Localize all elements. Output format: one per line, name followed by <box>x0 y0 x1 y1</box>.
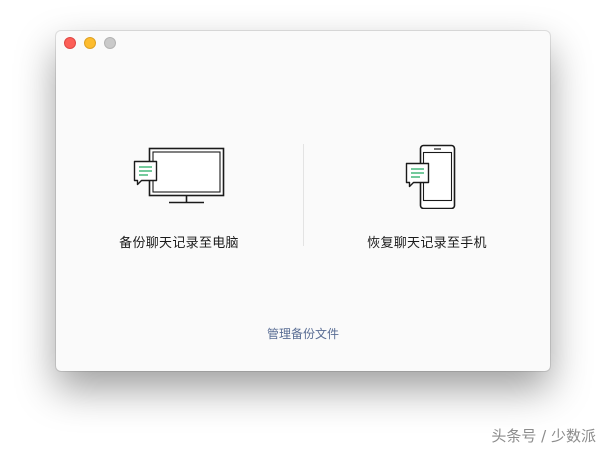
watermark: 头条号 / 少数派 <box>491 427 596 445</box>
close-button[interactable] <box>64 37 76 49</box>
computer-chat-icon <box>133 147 225 204</box>
zoom-button[interactable] <box>104 37 116 49</box>
restore-to-phone-label: 恢复聊天记录至手机 <box>367 236 487 251</box>
restore-to-phone-option[interactable]: 恢复聊天记录至手机 <box>327 141 527 251</box>
divider <box>303 144 304 246</box>
backup-to-computer-option[interactable]: 备份聊天记录至电脑 <box>79 141 279 251</box>
minimize-button[interactable] <box>84 37 96 49</box>
manage-backup-files-link[interactable]: 管理备份文件 <box>56 325 550 342</box>
phone-chat-icon <box>405 144 456 209</box>
window-controls <box>64 37 116 49</box>
backup-window: 备份聊天记录至电脑 恢复聊天记录至手机 管理备份文件 <box>56 31 550 371</box>
backup-to-computer-label: 备份聊天记录至电脑 <box>119 236 239 251</box>
